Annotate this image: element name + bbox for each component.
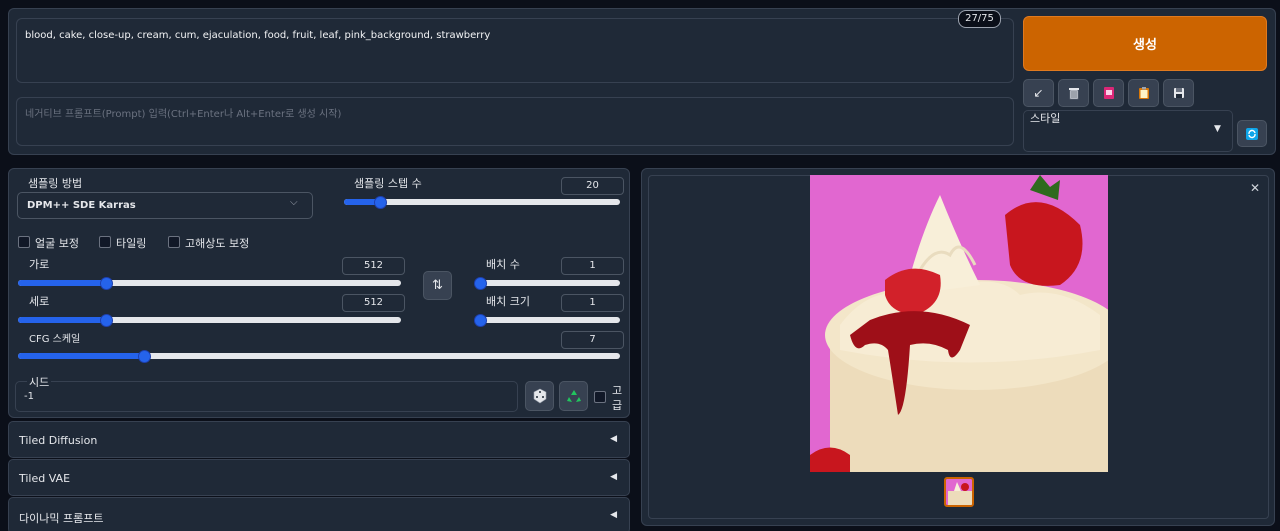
face-restore-checkbox[interactable] — [18, 236, 30, 248]
height-slider-fill — [18, 317, 107, 323]
floppy-disk-icon — [1173, 88, 1184, 98]
dice-icon — [533, 388, 546, 404]
clear-prompt-button[interactable] — [1058, 79, 1089, 107]
cfg-scale-number-input[interactable]: 7 — [561, 331, 624, 349]
batch-size-slider-track[interactable] — [480, 317, 620, 323]
width-label: 가로 — [29, 258, 50, 271]
height-slider-track[interactable] — [18, 317, 401, 323]
batch-count-slider-track[interactable] — [480, 280, 620, 286]
steps-slider-thumb[interactable] — [373, 196, 387, 209]
width-number-input[interactable]: 512 — [342, 257, 405, 275]
tiling-label: 타일링 — [116, 237, 147, 250]
negative-prompt-input[interactable]: 네거티브 프롬프트(Prompt) 입력(Ctrl+Enter나 Alt+Ent… — [16, 97, 1014, 146]
token-counter: 27/75 — [958, 10, 1001, 28]
hires-fix-checkbox[interactable] — [168, 236, 180, 248]
extra-seed-label-2: 급 — [612, 399, 623, 412]
height-slider-thumb[interactable] — [100, 314, 114, 327]
refresh-styles-button[interactable] — [1237, 120, 1267, 147]
card-icon — [1103, 87, 1114, 99]
swap-dimensions-button[interactable]: ⇅ — [423, 271, 452, 300]
arrow-diagonal-icon: ↙ — [1033, 86, 1044, 100]
extra-networks-button[interactable] — [1093, 79, 1124, 107]
recycle-icon — [566, 390, 581, 402]
refresh-icon — [1246, 127, 1258, 140]
hires-fix-label: 고해상도 보정 — [185, 237, 250, 250]
accordion-title: Tiled Diffusion — [19, 434, 98, 447]
batch-count-number-input[interactable]: 1 — [561, 257, 624, 275]
reuse-seed-button[interactable] — [559, 381, 588, 411]
clipboard-icon — [1138, 87, 1149, 99]
extra-seed-label-1: 고 — [612, 384, 623, 397]
prompt-input[interactable]: blood, cake, close-up, cream, cum, ejacu… — [16, 18, 1014, 83]
gallery-thumbnail[interactable] — [944, 477, 974, 507]
read-params-button[interactable]: ↙ — [1023, 79, 1054, 107]
random-seed-button[interactable] — [525, 381, 554, 411]
seed-input[interactable]: -1 — [15, 381, 518, 412]
height-number-input[interactable]: 512 — [342, 294, 405, 312]
cfg-scale-slider-track[interactable] — [18, 353, 620, 359]
batch-size-number-input[interactable]: 1 — [561, 294, 624, 312]
caret-left-icon: ◀ — [610, 472, 617, 482]
batch-size-slider-thumb[interactable] — [474, 314, 487, 327]
cfg-scale-slider-fill — [18, 353, 145, 359]
accordion-title: 다이나믹 프롬프트 — [19, 512, 104, 525]
tiling-checkbox[interactable] — [99, 236, 111, 248]
style-label: 스타일 — [1030, 112, 1061, 125]
batch-count-label: 배치 수 — [486, 258, 520, 271]
caret-down-icon: ▼ — [1214, 124, 1221, 134]
accordion-tiled-diffusion[interactable]: Tiled Diffusion ◀ — [8, 421, 630, 458]
width-slider-track[interactable] — [18, 280, 401, 286]
face-restore-label: 얼굴 보정 — [35, 237, 79, 250]
cake-thumbnail-image — [946, 479, 972, 505]
accordion-dynamic-prompts[interactable]: 다이나믹 프롬프트 ◀ — [8, 497, 630, 531]
cfg-scale-label: CFG 스케일 — [29, 334, 81, 345]
steps-label: 샘플링 스텝 수 — [354, 177, 422, 190]
extra-seed-checkbox[interactable] — [594, 391, 606, 403]
chevron-down-icon: ⌵ — [290, 197, 298, 208]
close-icon[interactable]: ✕ — [1250, 181, 1260, 195]
cake-image — [810, 175, 1108, 472]
accordion-title: Tiled VAE — [19, 472, 71, 485]
caret-left-icon: ◀ — [610, 510, 617, 520]
accordion-tiled-vae[interactable]: Tiled VAE ◀ — [8, 459, 630, 496]
caret-left-icon: ◀ — [610, 434, 617, 444]
trash-icon — [1068, 88, 1079, 100]
width-slider-fill — [18, 280, 107, 286]
apply-styles-button[interactable] — [1128, 79, 1159, 107]
sampler-select[interactable]: DPM++ SDE Karras — [17, 192, 313, 219]
height-label: 세로 — [29, 295, 50, 308]
generated-image[interactable] — [810, 175, 1108, 472]
batch-count-slider-thumb[interactable] — [474, 277, 487, 290]
seed-label: 시드 — [27, 374, 52, 390]
swap-arrows-icon: ⇅ — [432, 278, 443, 293]
save-style-button[interactable] — [1163, 79, 1194, 107]
batch-size-label: 배치 크기 — [486, 295, 530, 308]
sampler-label: 샘플링 방법 — [28, 177, 83, 190]
steps-number-input[interactable]: 20 — [561, 177, 624, 195]
width-slider-thumb[interactable] — [100, 277, 114, 290]
generate-button[interactable]: 생성 — [1023, 16, 1267, 71]
